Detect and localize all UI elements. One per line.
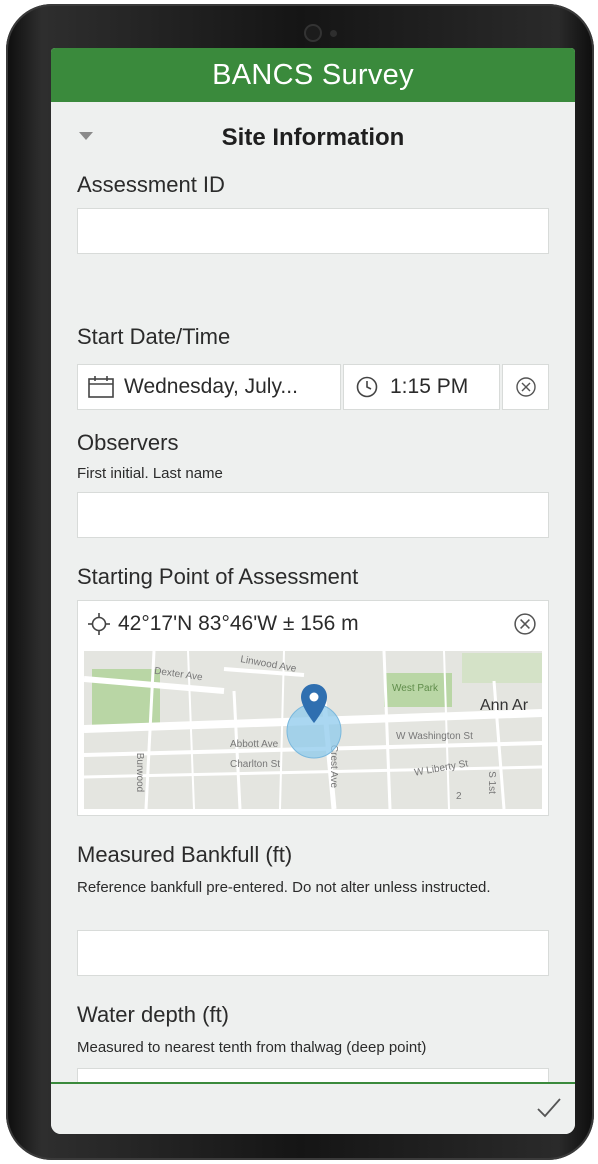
form-footer: [51, 1082, 575, 1134]
clear-circle-icon[interactable]: [514, 613, 536, 635]
starting-point-label: Starting Point of Assessment: [77, 564, 359, 589]
app-screen: BANCS Survey Site Information Assessment…: [51, 48, 575, 1134]
map-label: 2: [456, 791, 462, 802]
device-frame: BANCS Survey Site Information Assessment…: [6, 4, 594, 1160]
location-map[interactable]: Dexter Ave Linwood Ave West Park Ann Ar …: [84, 651, 542, 809]
checkmark-icon[interactable]: [537, 1098, 561, 1118]
observers-input[interactable]: [77, 492, 549, 538]
map-marker-icon: [301, 684, 327, 723]
map-label: Burwood: [134, 752, 146, 793]
calendar-icon: [88, 376, 114, 398]
clear-datetime-button[interactable]: [502, 364, 549, 410]
date-value: Wednesday, July...: [124, 375, 298, 398]
survey-form: Site Information Assessment ID Start Dat…: [51, 102, 575, 1114]
observers-label: Observers: [77, 430, 179, 455]
map-label: West Park: [392, 683, 438, 694]
app-header: BANCS Survey: [51, 48, 575, 102]
map-label: Ann Ar: [480, 697, 529, 714]
measured-bankfull-label: Measured Bankfull (ft): [77, 842, 293, 867]
map-label: Charlton St: [230, 759, 281, 770]
measured-bankfull-input[interactable]: [77, 930, 549, 976]
clock-icon: [356, 376, 378, 398]
front-camera: [306, 26, 320, 40]
geopoint-field[interactable]: 42°17'N 83°46'W ± 156 m Dexter Ave Linwo…: [77, 600, 549, 816]
start-datetime-label: Start Date/Time: [77, 324, 231, 349]
assessment-id-input[interactable]: [77, 208, 549, 254]
map-label: W Washington St: [396, 731, 473, 742]
water-depth-hint: Measured to nearest tenth from thalwag (…: [77, 1039, 427, 1056]
group-title: Site Information: [221, 124, 405, 151]
clear-circle-icon: [515, 377, 536, 397]
geopoint-header: 42°17'N 83°46'W ± 156 m: [78, 601, 548, 647]
app-title: BANCS Survey: [212, 58, 414, 91]
assessment-id-label: Assessment ID: [77, 172, 225, 197]
date-picker[interactable]: Wednesday, July...: [77, 364, 341, 410]
measured-bankfull-hint: Reference bankfull pre-entered. Do not a…: [77, 879, 491, 896]
observers-hint: First initial. Last name: [77, 465, 223, 482]
water-depth-label: Water depth (ft): [77, 1002, 230, 1027]
time-picker[interactable]: 1:15 PM: [343, 364, 500, 410]
time-value: 1:15 PM: [390, 375, 469, 398]
map-label: Abbott Ave: [230, 739, 279, 750]
start-datetime-row: Wednesday, July... 1:15 PM: [77, 364, 549, 410]
map-label: S 1st: [485, 771, 497, 794]
coordinates-value: 42°17'N 83°46'W ± 156 m: [118, 612, 359, 635]
sensor: [330, 30, 337, 37]
crosshair-icon[interactable]: [88, 613, 110, 635]
group-header-site-information[interactable]: Site Information: [51, 116, 575, 160]
